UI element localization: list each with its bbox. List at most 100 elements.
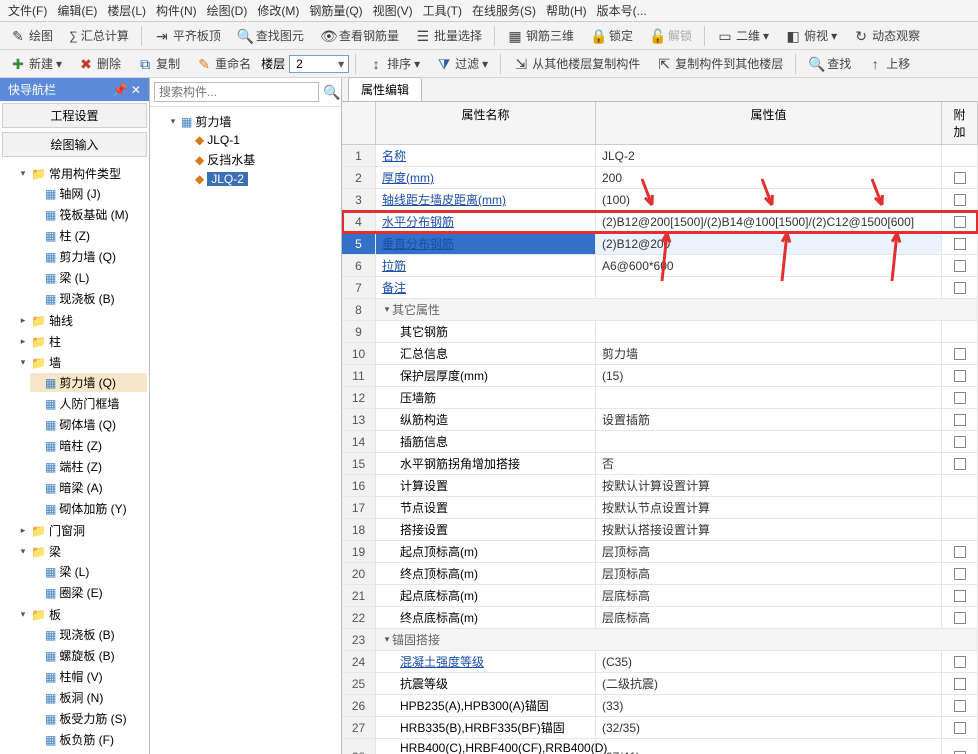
- menu-item[interactable]: 工具(T): [419, 0, 466, 21]
- lock[interactable]: 🔒锁定: [584, 25, 639, 46]
- property-row[interactable]: 16计算设置按默认计算设置计算: [342, 475, 978, 497]
- property-value[interactable]: 200: [596, 167, 942, 188]
- tree-node[interactable]: ▦端柱 (Z): [30, 457, 147, 476]
- tree-node[interactable]: ▸📁轴线: [16, 311, 147, 330]
- nav-project-settings[interactable]: 工程设置: [2, 103, 147, 128]
- property-row[interactable]: 20终点顶标高(m)层顶标高: [342, 563, 978, 585]
- tree-node[interactable]: ▦轴网 (J): [30, 184, 147, 203]
- extra-checkbox[interactable]: [954, 172, 966, 184]
- view-2d[interactable]: ▭二维▾: [711, 25, 775, 46]
- tree-node[interactable]: ▦暗柱 (Z): [30, 436, 147, 455]
- extra-checkbox[interactable]: [954, 238, 966, 250]
- menu-item[interactable]: 构件(N): [152, 0, 201, 21]
- extra-checkbox[interactable]: [954, 370, 966, 382]
- tree-node[interactable]: ▾📁常用构件类型: [16, 164, 147, 183]
- tree-node[interactable]: ▸📁门窗洞: [16, 521, 147, 540]
- property-row[interactable]: 8▾ 其它属性: [342, 299, 978, 321]
- draw-tool[interactable]: ✎绘图: [4, 25, 59, 46]
- menu-item[interactable]: 钢筋量(Q): [305, 0, 366, 21]
- property-row[interactable]: 4水平分布钢筋(2)B12@200[1500]/(2)B14@100[1500]…: [342, 211, 978, 233]
- property-row[interactable]: 21起点底标高(m)层底标高: [342, 585, 978, 607]
- property-value[interactable]: 剪力墙: [596, 343, 942, 364]
- tree-node[interactable]: ▸📁柱: [16, 332, 147, 351]
- extra-checkbox[interactable]: [954, 414, 966, 426]
- tree-node[interactable]: ◆JLQ-1: [180, 132, 339, 148]
- align-top[interactable]: ⇥平齐板顶: [148, 25, 227, 46]
- property-value[interactable]: (2)B12@200: [596, 233, 942, 254]
- property-value[interactable]: 按默认搭接设置计算: [596, 519, 942, 540]
- tree-node[interactable]: ▦砌体墙 (Q): [30, 415, 147, 434]
- tree-node[interactable]: ▾📁墙: [16, 353, 147, 372]
- property-value[interactable]: (15): [596, 365, 942, 386]
- property-row[interactable]: 23▾ 锚固搭接: [342, 629, 978, 651]
- tree-node[interactable]: ▦砌体加筋 (Y): [30, 499, 147, 518]
- extra-checkbox[interactable]: [954, 678, 966, 690]
- nav-draw-input[interactable]: 绘图输入: [2, 132, 147, 157]
- rename-button[interactable]: ✎重命名: [190, 53, 257, 74]
- property-value[interactable]: (2)B12@200[1500]/(2)B14@100[1500]/(2)C12…: [596, 211, 942, 232]
- tree-node[interactable]: ▦筏板基础 (M): [30, 205, 147, 224]
- property-value[interactable]: [596, 277, 942, 298]
- tree-node[interactable]: ▾📁板: [16, 605, 147, 624]
- property-row[interactable]: 19起点顶标高(m)层顶标高: [342, 541, 978, 563]
- sort-button[interactable]: ↕排序▾: [362, 53, 426, 74]
- dyn-view[interactable]: ↻动态观察: [847, 25, 926, 46]
- menu-item[interactable]: 楼层(L): [103, 0, 150, 21]
- extra-checkbox[interactable]: [954, 348, 966, 360]
- property-row[interactable]: 28HRB400(C),HRBF400(CF),RRB400(D)锚(37/41…: [342, 739, 978, 754]
- menu-item[interactable]: 编辑(E): [53, 0, 101, 21]
- property-value[interactable]: JLQ-2: [596, 145, 942, 166]
- tree-node[interactable]: ▦板受力筋 (S): [30, 709, 147, 728]
- property-value[interactable]: A6@600*600: [596, 255, 942, 276]
- new-button[interactable]: ✚新建▾: [4, 53, 68, 74]
- property-value[interactable]: 按默认节点设置计算: [596, 497, 942, 518]
- property-row[interactable]: 10汇总信息剪力墙: [342, 343, 978, 365]
- property-row[interactable]: 17节点设置按默认节点设置计算: [342, 497, 978, 519]
- sum-calc[interactable]: ∑ 汇总计算: [63, 25, 135, 46]
- tree-node[interactable]: ▦圈梁 (E): [30, 583, 147, 602]
- property-value[interactable]: (37/41): [596, 739, 942, 754]
- tree-node[interactable]: ▦板洞 (N): [30, 688, 147, 707]
- steel-3d[interactable]: ▦钢筋三维: [501, 25, 580, 46]
- pin-icon[interactable]: 📌 ✕: [113, 83, 141, 97]
- property-row[interactable]: 5垂直分布钢筋(2)B12@200: [342, 233, 978, 255]
- tree-node[interactable]: ◆JLQ-2: [180, 171, 339, 187]
- extra-checkbox[interactable]: [954, 612, 966, 624]
- property-value[interactable]: [596, 431, 942, 452]
- copy-to-floor[interactable]: ⇱复制构件到其他楼层: [650, 53, 789, 74]
- menu-item[interactable]: 在线服务(S): [468, 0, 540, 21]
- tree-node[interactable]: ▦暗梁 (A): [30, 478, 147, 497]
- property-value[interactable]: 层顶标高: [596, 541, 942, 562]
- tree-node[interactable]: ▾📁梁: [16, 542, 147, 561]
- extra-checkbox[interactable]: [954, 436, 966, 448]
- property-row[interactable]: 12压墙筋: [342, 387, 978, 409]
- property-value[interactable]: 层底标高: [596, 607, 942, 628]
- menu-item[interactable]: 修改(M): [253, 0, 303, 21]
- menu-item[interactable]: 视图(V): [369, 0, 417, 21]
- tree-node[interactable]: ▦现浇板 (B): [30, 625, 147, 644]
- property-row[interactable]: 22终点底标高(m)层底标高: [342, 607, 978, 629]
- search-input[interactable]: [154, 82, 319, 102]
- delete-button[interactable]: ✖删除: [72, 53, 127, 74]
- property-value[interactable]: (二级抗震): [596, 673, 942, 694]
- property-value[interactable]: [596, 387, 942, 408]
- property-row[interactable]: 27HRB335(B),HRBF335(BF)锚固(32/35): [342, 717, 978, 739]
- extra-checkbox[interactable]: [954, 546, 966, 558]
- property-row[interactable]: 6拉筋A6@600*600: [342, 255, 978, 277]
- extra-checkbox[interactable]: [954, 392, 966, 404]
- property-value[interactable]: (C35): [596, 651, 942, 672]
- tree-node[interactable]: ◆反挡水基: [180, 150, 339, 169]
- extra-checkbox[interactable]: [954, 260, 966, 272]
- tree-node[interactable]: ▦剪力墙 (Q): [30, 373, 147, 392]
- property-value[interactable]: 设置插筋: [596, 409, 942, 430]
- copy-from-floor[interactable]: ⇲从其他楼层复制构件: [507, 53, 646, 74]
- property-row[interactable]: 18搭接设置按默认搭接设置计算: [342, 519, 978, 541]
- menu-item[interactable]: 绘图(D): [203, 0, 252, 21]
- tree-node[interactable]: ▦板负筋 (F): [30, 730, 147, 749]
- property-value[interactable]: 否: [596, 453, 942, 474]
- property-row[interactable]: 24混凝土强度等级(C35): [342, 651, 978, 673]
- property-value[interactable]: (32/35): [596, 717, 942, 738]
- filter-button[interactable]: ⧩过滤▾: [430, 53, 494, 74]
- search-icon[interactable]: 🔍: [323, 84, 339, 100]
- tree-node[interactable]: ▦螺旋板 (B): [30, 646, 147, 665]
